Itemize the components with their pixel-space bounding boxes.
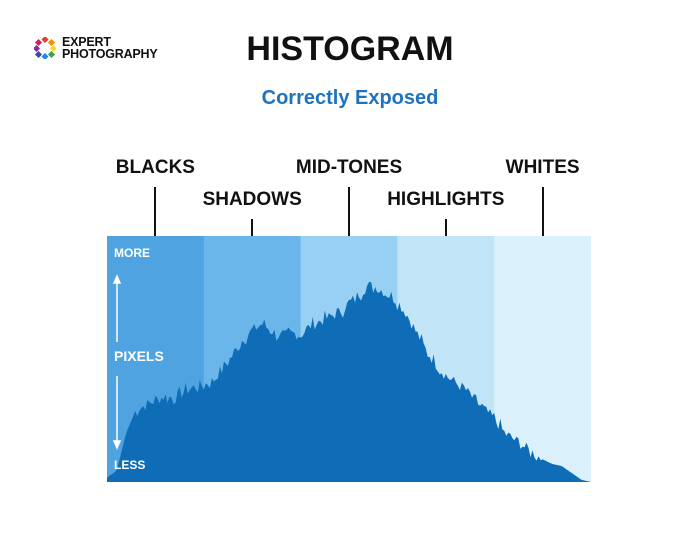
zone-label-shadows: SHADOWS bbox=[202, 189, 302, 210]
zone-label-blacks: BLACKS bbox=[115, 157, 195, 178]
zone-tick-mid-tones bbox=[348, 187, 350, 243]
page-subtitle: Correctly Exposed bbox=[261, 87, 439, 109]
zone-tick-blacks bbox=[154, 187, 157, 243]
zone-label-highlights: HIGHLIGHTS bbox=[387, 189, 505, 210]
axis-label-pixels: PIXELS bbox=[114, 348, 164, 364]
zone-label-mid-tones: MID-TONES bbox=[295, 157, 403, 178]
zone-tick-whites bbox=[541, 187, 544, 243]
page-title: HISTOGRAM bbox=[246, 30, 454, 68]
axis-label-less: LESS bbox=[114, 458, 146, 472]
axis-label-more: MORE bbox=[114, 246, 150, 260]
zone-label-whites: WHITES bbox=[505, 157, 580, 178]
histogram-chart bbox=[107, 236, 591, 482]
